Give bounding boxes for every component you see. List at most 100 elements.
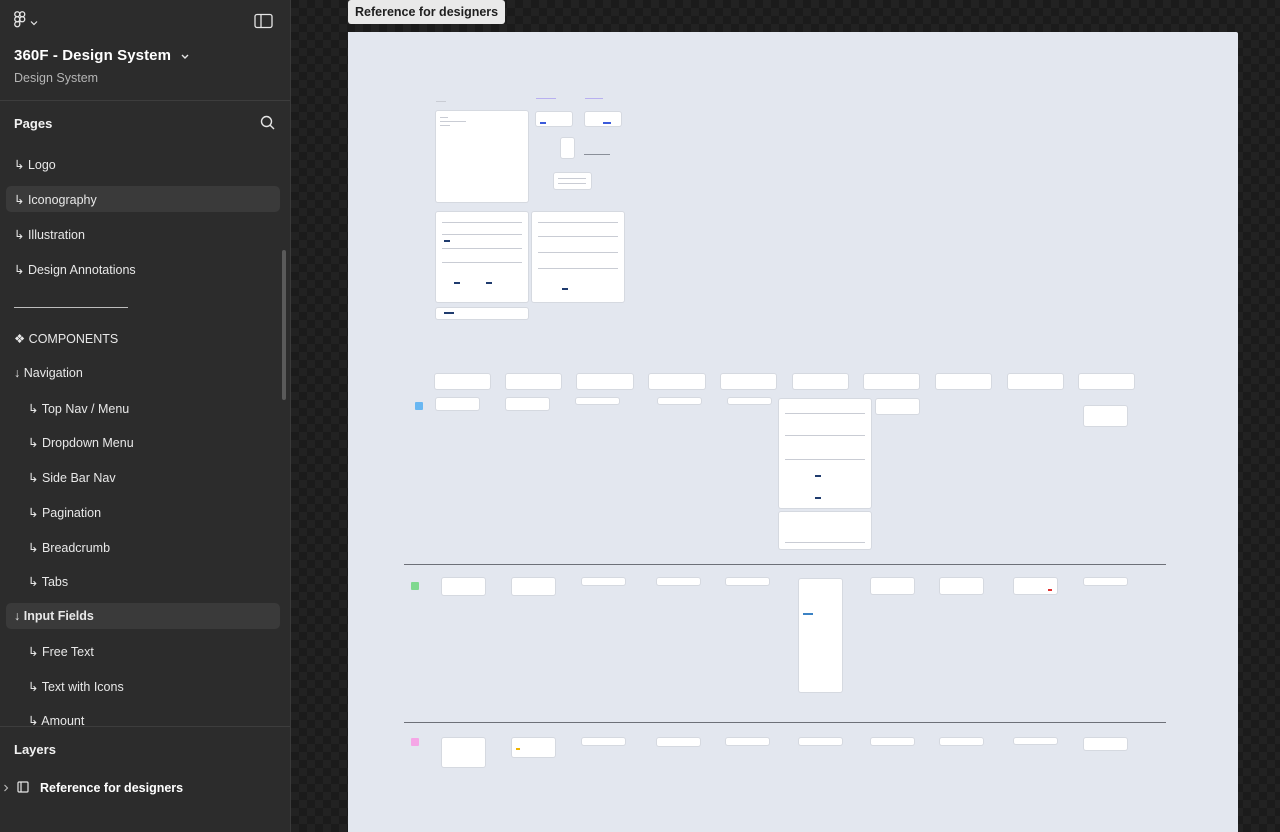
page-item-top-nav-menu[interactable]: ↳ Top Nav / Menu: [6, 395, 280, 421]
component-card[interactable]: [436, 398, 479, 410]
component-card[interactable]: [585, 112, 621, 126]
page-item-label: ↳ Side Bar Nav: [28, 470, 116, 485]
page-item-illustration[interactable]: ↳ Illustration: [6, 221, 280, 247]
component-card[interactable]: [1014, 578, 1057, 594]
chevron-down-icon[interactable]: [179, 49, 191, 61]
frame-label[interactable]: Reference for designers: [348, 0, 506, 24]
component-card[interactable]: [793, 374, 848, 389]
component-card[interactable]: [779, 399, 871, 508]
page-item-label: ↳ Dropdown Menu: [28, 435, 134, 450]
page-item-logo[interactable]: ↳ Logo: [6, 151, 280, 177]
project-name[interactable]: Design System: [14, 71, 98, 85]
divider: [0, 726, 290, 727]
section-sticker[interactable]: [411, 738, 419, 746]
component-card[interactable]: [436, 111, 528, 202]
component-card[interactable]: [532, 212, 624, 302]
component-card[interactable]: [577, 374, 633, 389]
component-card[interactable]: [779, 512, 871, 549]
component-card[interactable]: [721, 374, 776, 389]
component-card[interactable]: [649, 374, 705, 389]
component-card[interactable]: [940, 578, 983, 594]
component-card[interactable]: [436, 212, 528, 302]
page-item-label: ↳ Illustration: [14, 227, 85, 242]
component-card[interactable]: [442, 578, 485, 595]
component-card[interactable]: [512, 578, 555, 595]
component-card[interactable]: [864, 374, 919, 389]
component-card[interactable]: [442, 738, 485, 767]
page-item-components[interactable]: ❖ COMPONENTS: [6, 325, 280, 351]
component-card[interactable]: [936, 374, 991, 389]
page-item-navigation[interactable]: ↓ Navigation: [6, 360, 280, 386]
page-item-label: ↳ Top Nav / Menu: [28, 401, 130, 416]
page-item-input-fields[interactable]: ↓ Input Fields: [6, 603, 280, 629]
component-card[interactable]: [871, 578, 914, 594]
file-title[interactable]: 360F - Design System: [14, 47, 171, 64]
page-item-design-annotations[interactable]: ↳ Design Annotations: [6, 256, 280, 282]
page-item-text-with-icons[interactable]: ↳ Text with Icons: [6, 673, 280, 699]
component-card[interactable]: [799, 579, 842, 692]
card-caption: [536, 98, 556, 99]
section-divider: [404, 564, 1166, 565]
component-card[interactable]: [876, 399, 919, 414]
component-card[interactable]: [582, 738, 625, 745]
page-item-free-text[interactable]: ↳ Free Text: [6, 638, 280, 664]
component-card[interactable]: [561, 138, 574, 158]
page-item-label: ↳ Pagination: [28, 505, 102, 520]
sidebar-toggle-icon[interactable]: [254, 13, 274, 29]
page-item-breadcrumb[interactable]: ↳ Breadcrumb: [6, 534, 280, 560]
component-card[interactable]: [940, 738, 983, 745]
chevron-right-icon[interactable]: [3, 781, 13, 795]
component-card[interactable]: [435, 374, 490, 389]
page-item-label: ↓ Navigation: [14, 366, 83, 380]
component-card[interactable]: [1084, 738, 1127, 750]
component-card[interactable]: [536, 112, 572, 126]
main-menu-button[interactable]: [14, 11, 48, 32]
page-item-label: ↳ Logo: [14, 157, 56, 172]
card-caption: [436, 101, 446, 102]
component-card[interactable]: [799, 738, 842, 745]
component-card[interactable]: [657, 578, 700, 585]
chevron-down-icon: [30, 13, 38, 31]
component-card[interactable]: [506, 398, 549, 410]
page-item-label: ↳ Breadcrumb: [28, 540, 111, 555]
pages-list: ↳ Logo ↳ Iconography ↳ Illustration ↳ De…: [0, 147, 290, 725]
section-sticker[interactable]: [411, 582, 419, 590]
page-item-iconography[interactable]: ↳ Iconography: [6, 186, 280, 212]
divider: [0, 100, 290, 101]
component-card[interactable]: [657, 738, 700, 746]
component-card[interactable]: [576, 398, 619, 404]
component-card[interactable]: [658, 398, 701, 404]
page-item-label: ↳ Tabs: [28, 574, 69, 589]
component-card[interactable]: [554, 173, 591, 189]
page-item-label: ❖ COMPONENTS: [14, 331, 119, 346]
component-card[interactable]: [512, 738, 555, 757]
search-icon[interactable]: [259, 114, 277, 132]
left-sidebar: 360F - Design System Design System Pages…: [0, 0, 291, 832]
component-card[interactable]: [1014, 738, 1057, 744]
component-card[interactable]: [506, 374, 561, 389]
section-sticker[interactable]: [415, 402, 423, 410]
pages-scrollbar[interactable]: [282, 250, 286, 400]
component-card[interactable]: [726, 578, 769, 585]
component-card[interactable]: [726, 738, 769, 745]
page-item-side-bar-nav[interactable]: ↳ Side Bar Nav: [6, 464, 280, 490]
component-card[interactable]: [436, 308, 528, 319]
component-card[interactable]: [871, 738, 914, 745]
component-card[interactable]: [1084, 578, 1127, 585]
layer-item-reference-for-designers[interactable]: Reference for designers: [0, 776, 290, 800]
component-card[interactable]: [582, 578, 625, 585]
component-card[interactable]: [1084, 406, 1127, 426]
page-separator[interactable]: [14, 307, 128, 308]
card-caption: [585, 98, 603, 99]
page-item-amount[interactable]: ↳ Amount: [6, 707, 280, 726]
layers-heading: Layers: [14, 742, 56, 757]
page-item-label: ↳ Free Text: [28, 644, 94, 659]
page-item-tabs[interactable]: ↳ Tabs: [6, 568, 280, 594]
component-card[interactable]: [1008, 374, 1063, 389]
page-item-pagination[interactable]: ↳ Pagination: [6, 499, 280, 525]
design-frame[interactable]: [348, 32, 1238, 832]
component-card[interactable]: [1079, 374, 1134, 389]
layer-item-label: Reference for designers: [40, 781, 184, 795]
page-item-dropdown-menu[interactable]: ↳ Dropdown Menu: [6, 429, 280, 455]
component-card[interactable]: [728, 398, 771, 404]
